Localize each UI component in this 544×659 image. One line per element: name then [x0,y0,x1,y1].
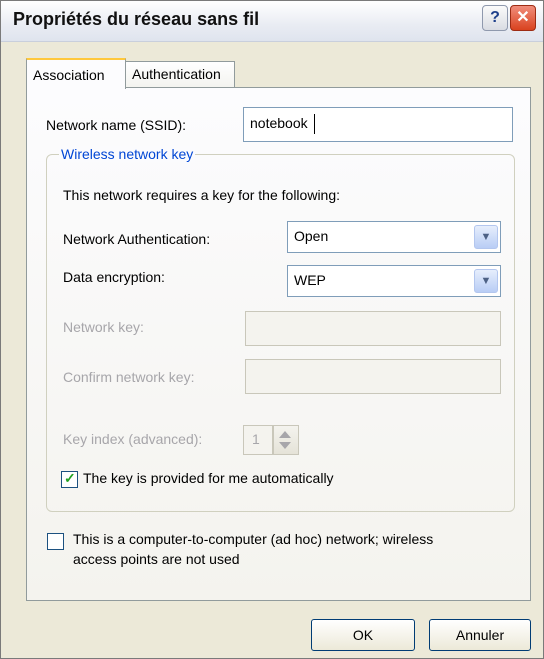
title-bar: Propriétés du réseau sans fil ? ✕ [1,1,543,42]
chevron-down-icon[interactable]: ▼ [474,269,498,293]
auto-key-label: The key is provided for me automatically [83,470,334,486]
data-encryption-select[interactable]: WEP ▼ [287,265,501,297]
cancel-button[interactable]: Annuler [429,619,531,651]
tab-authentication[interactable]: Authentication [125,61,235,88]
chevron-down-icon[interactable]: ▼ [474,225,498,249]
confirm-network-key-input[interactable] [245,359,501,394]
confirm-network-key-label: Confirm network key: [63,369,195,385]
network-authentication-select[interactable]: Open ▼ [287,221,501,253]
auto-key-checkbox[interactable]: ✓ [61,470,78,488]
text-caret [314,114,315,134]
ssid-label: Network name (SSID): [46,117,187,133]
spin-down-icon[interactable] [279,442,291,449]
key-index-label: Key index (advanced): [63,431,203,447]
key-index-field[interactable]: 1 [243,425,273,455]
network-key-input[interactable] [245,311,501,346]
network-authentication-value: Open [294,228,329,244]
key-index-spinner[interactable]: 1 [243,425,301,455]
adhoc-label-line1: This is a computer-to-computer (ad hoc) … [73,531,434,547]
ok-button[interactable]: OK [311,619,415,651]
key-index-value: 1 [252,431,260,447]
adhoc-label-line2: access points are not used [73,551,240,567]
requires-key-text: This network requires a key for the foll… [63,187,341,203]
window-title: Propriétés du réseau sans fil [13,9,260,29]
wireless-key-group-title: Wireless network key [59,146,196,162]
spin-buttons[interactable] [273,425,299,455]
help-button[interactable]: ? [482,5,508,31]
spin-up-icon[interactable] [279,431,291,438]
network-authentication-label: Network Authentication: [63,231,211,247]
adhoc-checkbox[interactable] [47,533,64,550]
ssid-input[interactable]: notebook [243,107,513,142]
tab-association[interactable]: Association [26,58,126,89]
network-key-label: Network key: [63,319,144,335]
data-encryption-label: Data encryption: [63,269,165,285]
close-button[interactable]: ✕ [510,5,536,31]
ssid-value: notebook [250,115,308,131]
check-icon: ✓ [64,470,76,486]
data-encryption-value: WEP [294,272,326,288]
dialog-window: Propriétés du réseau sans fil ? ✕ Associ… [0,0,544,659]
